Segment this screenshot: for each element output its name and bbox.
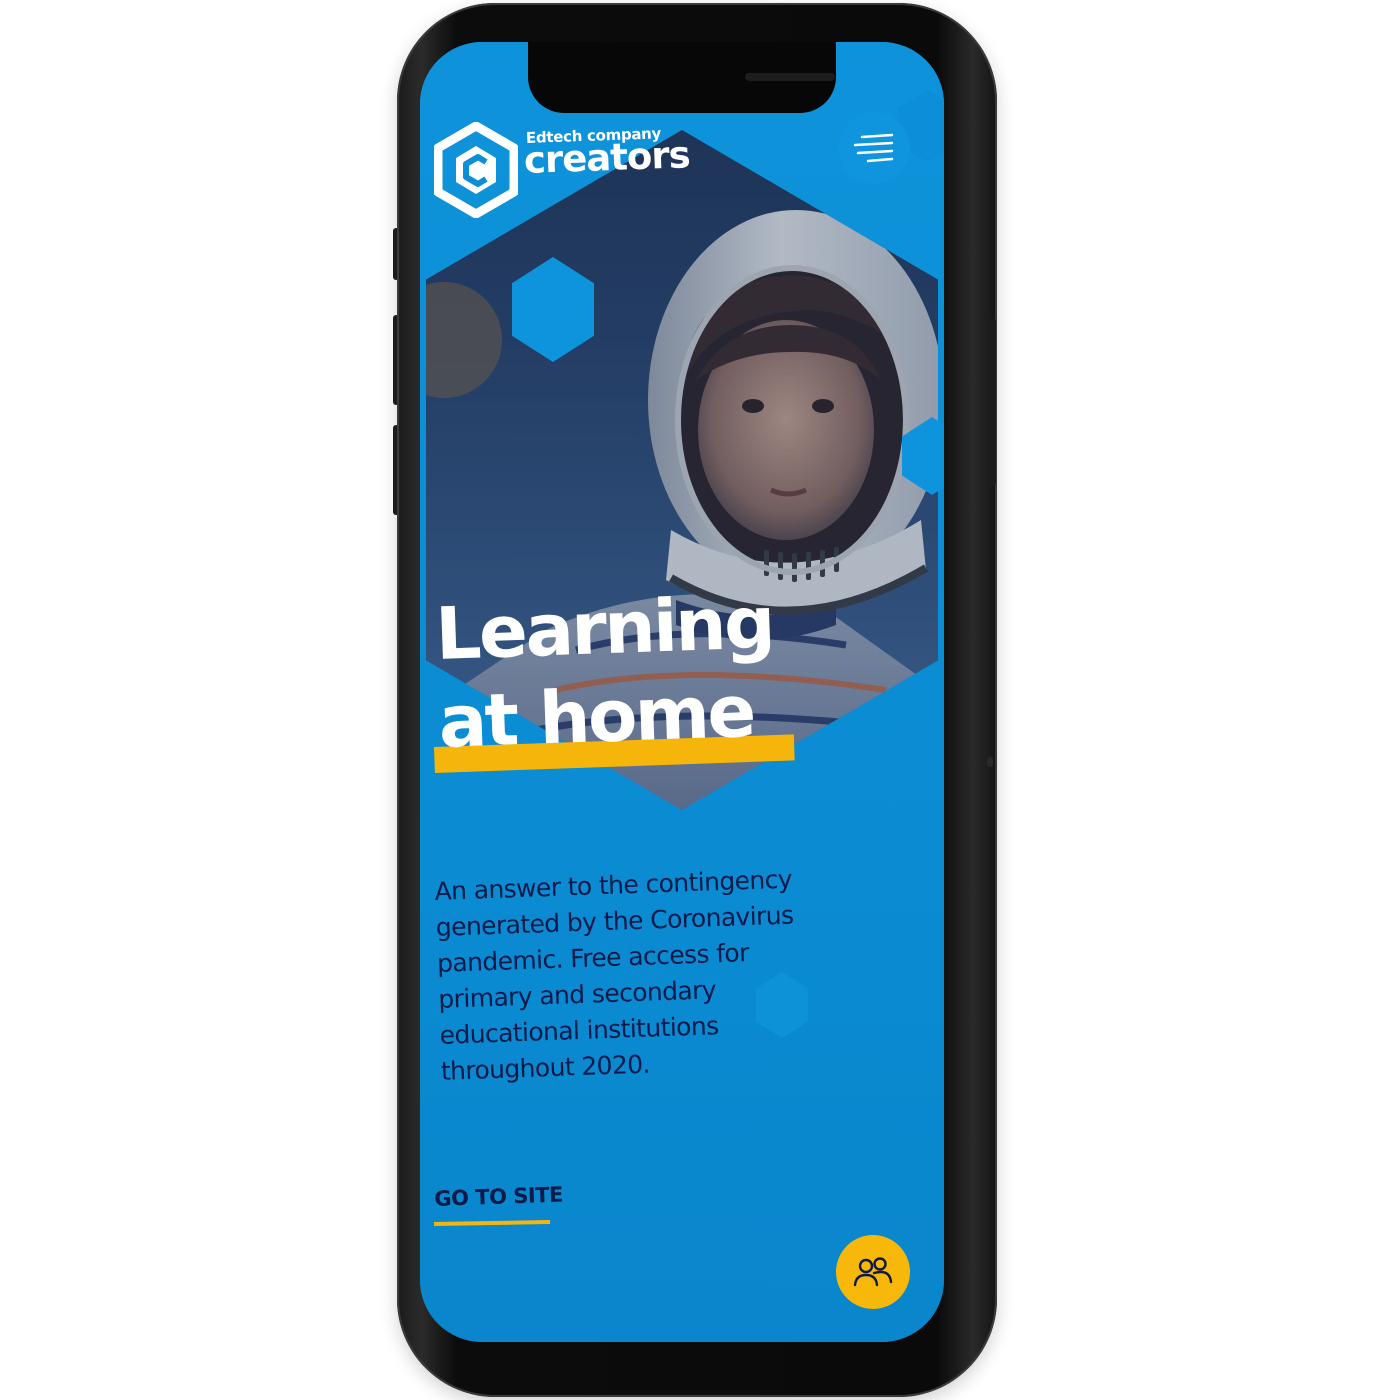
- users-icon: [853, 1257, 893, 1287]
- headline-line-2: at home: [437, 668, 756, 764]
- hamburger-menu-icon: [853, 133, 894, 163]
- menu-button[interactable]: [838, 112, 910, 184]
- phone-side-dot: [987, 757, 993, 767]
- phone-notch: [528, 42, 836, 113]
- phone-screen: Edtech company creators Learning at home…: [420, 42, 944, 1342]
- mockup-stage: Edtech company creators Learning at home…: [0, 0, 1400, 1400]
- phone-power-button: [987, 318, 996, 486]
- hexagon-c-logo-icon[interactable]: [433, 121, 519, 219]
- headline-line-1: Learning: [434, 580, 775, 676]
- community-button[interactable]: [836, 1235, 910, 1309]
- earpiece-speaker: [745, 73, 835, 81]
- brand-name[interactable]: creators: [523, 133, 690, 182]
- go-to-site-link[interactable]: GO TO SITE: [434, 1183, 563, 1211]
- hero-description: An answer to the contingency generated b…: [434, 859, 881, 1090]
- hero-headline: Learning at home: [434, 578, 777, 766]
